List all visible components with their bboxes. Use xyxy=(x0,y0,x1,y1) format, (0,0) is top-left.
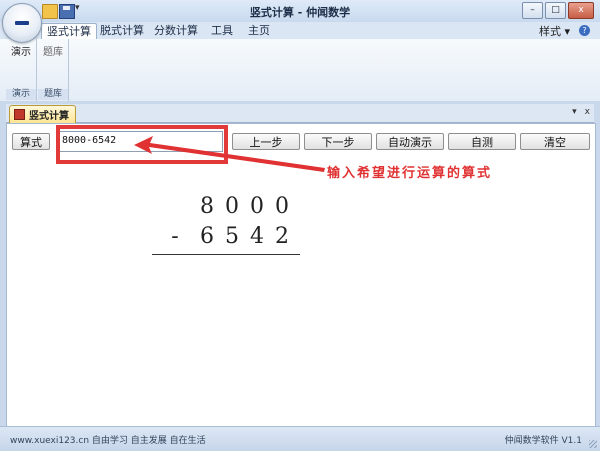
document-tab-label: 竖式计算 xyxy=(29,111,69,122)
next-step-button[interactable]: 下一步 xyxy=(304,133,372,150)
status-website: www.xuexi123.cn 自由学习 自主发展 自在生活 xyxy=(10,436,206,446)
app-menu-button[interactable] xyxy=(2,3,42,43)
tab-step-calc[interactable]: 脱式计算 xyxy=(99,23,145,39)
document-tab-bar: 竖式计算 ▾ x xyxy=(6,104,594,123)
resize-grip[interactable] xyxy=(589,440,597,448)
maximize-button[interactable]: □ xyxy=(545,2,566,19)
ribbon-panel: 演示 演示 题库 题库 xyxy=(0,39,600,102)
vertical-calculation: 8 0 0 0 - 6 5 4 2 xyxy=(147,192,307,282)
minimize-button[interactable]: – xyxy=(522,2,543,19)
annotation-text: 输入希望进行运算的算式 xyxy=(327,166,493,181)
tab-list-dropdown-icon[interactable]: ▾ xyxy=(572,107,577,117)
subtrahend-digit: 5 xyxy=(225,224,239,249)
status-version: 仲闻数学软件 V1.1 xyxy=(504,436,582,446)
minuend-digit: 0 xyxy=(275,194,289,219)
document-area: 竖式计算 ▾ x 算式 8000-6542 上一步 下一步 自动演示 自测 清空… xyxy=(0,101,600,450)
tab-fraction-calc[interactable]: 分数计算 xyxy=(153,23,199,39)
window-title: 竖式计算 - 仲闻数学 xyxy=(249,6,351,19)
close-button[interactable]: x xyxy=(568,2,594,19)
minuend-digit: 0 xyxy=(250,194,264,219)
demo-button[interactable]: 演示 xyxy=(11,43,31,58)
document-tab[interactable]: 竖式计算 xyxy=(9,105,76,123)
ribbon-tab-strip: 竖式计算 脱式计算 分数计算 工具 主页 样式 ▾ ? xyxy=(0,22,600,40)
auto-demo-button[interactable]: 自动演示 xyxy=(376,133,444,150)
status-bar: www.xuexi123.cn 自由学习 自主发展 自在生活 仲闻数学软件 V1… xyxy=(0,426,600,451)
minuend-digit: 0 xyxy=(225,194,239,219)
minuend-digit: 8 xyxy=(200,194,214,219)
formula-label-button[interactable]: 算式 xyxy=(12,133,50,150)
app-logo-icon xyxy=(15,21,29,25)
ribbon-group-label: 演示 xyxy=(6,89,36,100)
calculation-panel: 算式 8000-6542 上一步 下一步 自动演示 自测 清空 输入希望进行运算… xyxy=(6,123,596,427)
subtrahend-digit: 6 xyxy=(200,224,214,249)
help-icon[interactable]: ? xyxy=(579,25,590,36)
subtrahend-digit: 4 xyxy=(250,224,264,249)
ribbon-group-demo: 演示 演示 xyxy=(6,39,37,101)
result-line xyxy=(152,254,300,255)
question-bank-button[interactable]: 题库 xyxy=(43,43,63,58)
tab-vertical-calc[interactable]: 竖式计算 xyxy=(41,23,97,40)
previous-step-button[interactable]: 上一步 xyxy=(232,133,300,150)
ribbon-group-bank: 题库 题库 xyxy=(38,39,69,101)
ribbon-group-label: 题库 xyxy=(38,89,68,100)
style-menu[interactable]: 样式 ▾ xyxy=(539,23,570,39)
minus-operator: - xyxy=(171,224,179,249)
style-menu-label: 样式 xyxy=(538,25,561,38)
clear-button[interactable]: 清空 xyxy=(520,133,590,150)
self-test-button[interactable]: 自测 xyxy=(448,133,516,150)
formula-input[interactable]: 8000-6542 xyxy=(57,131,223,152)
close-tab-icon[interactable]: x xyxy=(585,107,590,117)
tab-home[interactable]: 主页 xyxy=(244,23,274,39)
title-bar: ▾ 竖式计算 - 仲闻数学 – □ x xyxy=(0,0,600,23)
document-icon xyxy=(14,109,25,120)
subtrahend-digit: 2 xyxy=(275,224,289,249)
tab-tools[interactable]: 工具 xyxy=(207,23,237,39)
